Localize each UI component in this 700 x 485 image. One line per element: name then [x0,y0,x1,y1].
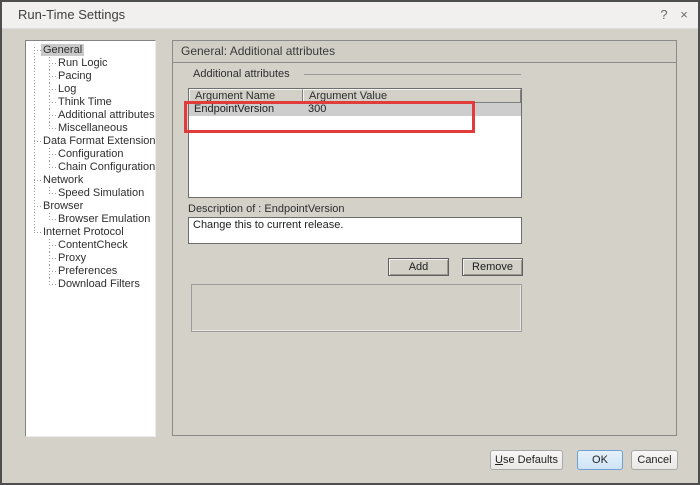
close-icon[interactable]: × [676,2,692,28]
sidebar-item-browser-emulation[interactable]: Browser Emulation [26,213,155,226]
argument-name-cell: EndpointVersion [194,103,275,115]
ok-button[interactable]: OK [577,450,623,470]
sidebar-item-miscellaneous[interactable]: Miscellaneous [26,122,155,135]
attributes-table-header: Argument Name Argument Value [189,89,521,103]
sidebar-item-additional-attributes[interactable]: Additional attributes [26,109,155,122]
column-header-argument-name[interactable]: Argument Name [189,89,303,103]
sidebar-item-contentcheck[interactable]: ContentCheck [26,239,155,252]
description-label: Description of : EndpointVersion [188,203,345,215]
sidebar-item-data-format-extension[interactable]: Data Format Extension [26,135,155,148]
panel-header: General: Additional attributes [173,41,676,63]
title-bar: Run-Time Settings ? × [2,2,698,29]
settings-tree-panel: General Run Logic Pacing Log Think Time … [25,40,156,437]
additional-attributes-label: Additional attributes [193,68,290,80]
remove-button[interactable]: Remove [462,258,523,276]
settings-content-panel: General: Additional attributes Additiona… [172,40,677,436]
sidebar-item-proxy[interactable]: Proxy [26,252,155,265]
sidebar-item-chain-configuration[interactable]: Chain Configuration [26,161,155,174]
use-defaults-button[interactable]: Use Defaults [490,450,563,470]
sidebar-item-preferences[interactable]: Preferences [26,265,155,278]
dialog-title: Run-Time Settings [18,7,126,22]
empty-detail-box [191,284,522,332]
description-textbox[interactable]: Change this to current release. [188,217,522,244]
help-icon[interactable]: ? [656,2,672,28]
group-separator-line [304,74,521,75]
sidebar-item-internet-protocol[interactable]: Internet Protocol [26,226,155,239]
sidebar-item-run-logic[interactable]: Run Logic [26,57,155,70]
sidebar-item-speed-simulation[interactable]: Speed Simulation [26,187,155,200]
sidebar-item-network[interactable]: Network [26,174,155,187]
argument-value-cell: 300 [308,103,327,115]
attributes-table[interactable]: Argument Name Argument Value EndpointVer… [184,88,522,198]
cancel-button[interactable]: Cancel [631,450,678,470]
runtime-settings-dialog: Run-Time Settings ? × General Run Logic … [0,0,700,485]
sidebar-item-log[interactable]: Log [26,83,155,96]
settings-tree: General Run Logic Pacing Log Think Time … [26,41,155,291]
sidebar-item-download-filters[interactable]: Download Filters [26,278,155,291]
add-button[interactable]: Add [388,258,449,276]
sidebar-item-pacing[interactable]: Pacing [26,70,155,83]
column-header-argument-value[interactable]: Argument Value [303,89,521,103]
table-row[interactable]: EndpointVersion 300 [189,103,521,116]
sidebar-item-configuration[interactable]: Configuration [26,148,155,161]
sidebar-item-think-time[interactable]: Think Time [26,96,155,109]
sidebar-item-browser[interactable]: Browser [26,200,155,213]
sidebar-item-general[interactable]: General [26,44,155,57]
